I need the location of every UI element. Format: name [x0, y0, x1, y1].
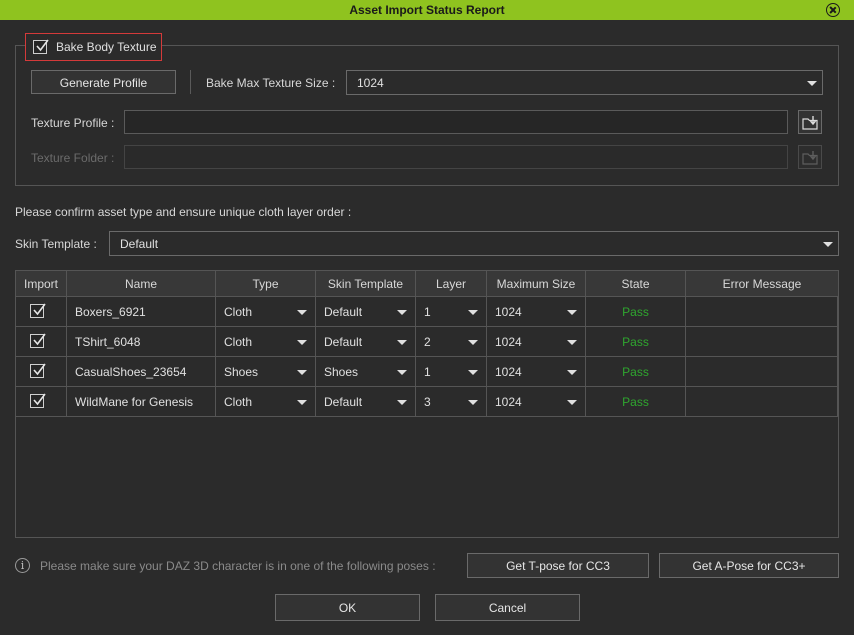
layer-select[interactable]: 2 [416, 327, 487, 357]
checkbox-checked-icon[interactable] [30, 363, 46, 378]
max-size-select[interactable]: 1024 [487, 327, 586, 357]
skin-template-cell-select[interactable]: Default [316, 297, 416, 327]
state-badge: Pass [622, 305, 649, 319]
bake-body-texture-checkbox[interactable]: Bake Body Texture [25, 33, 162, 61]
instruction-text: Please confirm asset type and ensure uni… [15, 205, 352, 219]
skin-template-cell-select[interactable]: Default [316, 327, 416, 357]
header-error-message: Error Message [686, 271, 838, 297]
error-cell [686, 357, 838, 387]
get-tpose-button[interactable]: Get T-pose for CC3 [467, 553, 649, 578]
name-cell: Boxers_6921 [67, 297, 216, 327]
layer-select[interactable]: 3 [416, 387, 487, 417]
layer-select[interactable]: 1 [416, 357, 487, 387]
chevron-down-icon [297, 400, 307, 405]
chevron-down-icon [567, 370, 577, 375]
skin-template-select[interactable]: Default [109, 231, 839, 256]
import-cell[interactable] [16, 327, 67, 357]
bake-body-texture-label: Bake Body Texture [56, 40, 157, 54]
state-cell: Pass [586, 387, 686, 417]
folder-import-icon [802, 151, 818, 165]
skin-template-cell-select[interactable]: Default [316, 387, 416, 417]
state-cell: Pass [586, 327, 686, 357]
texture-folder-label: Texture Folder : [31, 151, 115, 165]
error-cell [686, 297, 838, 327]
name-cell: WildMane for Genesis [67, 387, 216, 417]
ok-button[interactable]: OK [275, 594, 420, 621]
chevron-down-icon [297, 310, 307, 315]
checkbox-checked-icon[interactable] [33, 39, 49, 54]
max-size-select[interactable]: 1024 [487, 357, 586, 387]
skin-template-cell-select[interactable]: Shoes [316, 357, 416, 387]
checkbox-checked-icon[interactable] [30, 393, 46, 408]
generate-profile-button[interactable]: Generate Profile [31, 70, 176, 94]
import-cell[interactable] [16, 387, 67, 417]
max-size-select[interactable]: 1024 [487, 387, 586, 417]
type-select[interactable]: Cloth [216, 327, 316, 357]
layer-select[interactable]: 1 [416, 297, 487, 327]
bake-max-size-select[interactable]: 1024 [346, 70, 823, 95]
chevron-down-icon [468, 340, 478, 345]
import-cell[interactable] [16, 357, 67, 387]
state-badge: Pass [622, 365, 649, 379]
header-type: Type [216, 271, 316, 297]
asset-table: Import Name Type Skin Template Layer Max… [15, 270, 839, 538]
chevron-down-icon [297, 340, 307, 345]
checkbox-checked-icon[interactable] [30, 303, 46, 318]
window-title: Asset Import Status Report [349, 3, 505, 17]
info-icon: i [15, 558, 30, 573]
title-bar: Asset Import Status Report [0, 0, 854, 20]
get-apose-button[interactable]: Get A-Pose for CC3+ [659, 553, 839, 578]
chevron-down-icon [567, 400, 577, 405]
chevron-down-icon [397, 370, 407, 375]
state-badge: Pass [622, 395, 649, 409]
type-select[interactable]: Cloth [216, 387, 316, 417]
chevron-down-icon [468, 400, 478, 405]
chevron-down-icon [823, 242, 833, 247]
folder-import-icon [802, 116, 818, 130]
type-select[interactable]: Cloth [216, 297, 316, 327]
cancel-button[interactable]: Cancel [435, 594, 580, 621]
checkbox-checked-icon[interactable] [30, 333, 46, 348]
header-import: Import [16, 271, 67, 297]
texture-profile-label: Texture Profile : [31, 116, 115, 130]
chevron-down-icon [468, 370, 478, 375]
header-skin-template: Skin Template [316, 271, 416, 297]
state-cell: Pass [586, 297, 686, 327]
chevron-down-icon [397, 340, 407, 345]
texture-folder-input [124, 145, 788, 169]
chevron-down-icon [397, 310, 407, 315]
header-name: Name [67, 271, 216, 297]
chevron-down-icon [567, 310, 577, 315]
chevron-down-icon [807, 81, 817, 86]
import-cell[interactable] [16, 297, 67, 327]
texture-profile-input[interactable] [124, 110, 788, 134]
error-cell [686, 327, 838, 357]
skin-template-label: Skin Template : [15, 237, 97, 251]
bake-max-size-label: Bake Max Texture Size : [206, 76, 336, 90]
name-cell: TShirt_6048 [67, 327, 216, 357]
name-cell: CasualShoes_23654 [67, 357, 216, 387]
max-size-select[interactable]: 1024 [487, 297, 586, 327]
header-layer: Layer [416, 271, 487, 297]
header-maximum-size: Maximum Size [487, 271, 586, 297]
toolbar-separator [190, 70, 191, 94]
header-state: State [586, 271, 686, 297]
texture-folder-browse-button [798, 145, 822, 169]
chevron-down-icon [567, 340, 577, 345]
chevron-down-icon [468, 310, 478, 315]
close-icon[interactable] [826, 3, 840, 17]
chevron-down-icon [297, 370, 307, 375]
state-cell: Pass [586, 357, 686, 387]
state-badge: Pass [622, 335, 649, 349]
texture-profile-browse-button[interactable] [798, 110, 822, 134]
pose-info-text: Please make sure your DAZ 3D character i… [40, 559, 436, 573]
error-cell [686, 387, 838, 417]
chevron-down-icon [397, 400, 407, 405]
type-select[interactable]: Shoes [216, 357, 316, 387]
